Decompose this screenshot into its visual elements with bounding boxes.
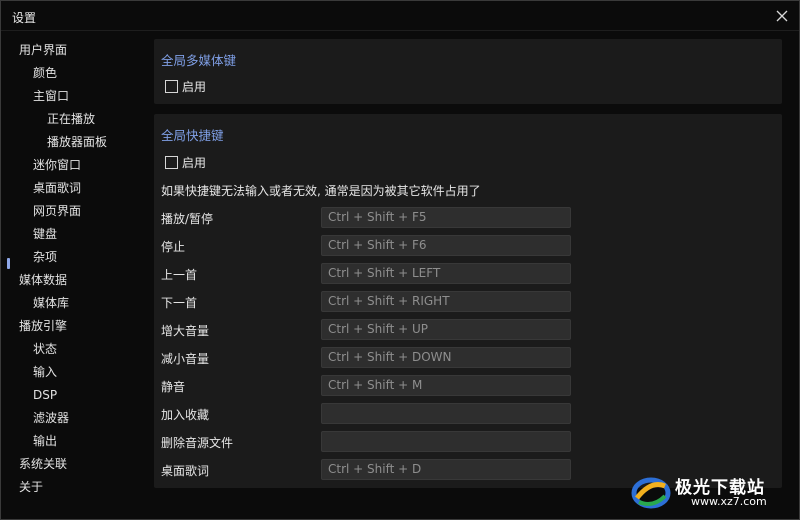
settings-sidebar: 用户界面 颜色 主窗口 正在播放 播放器面板 迷你窗口 桌面歌词 网页界面 键盘 杂项 媒体数据 媒体…: [1, 31, 146, 519]
hotkeys-title: 全局快捷键: [161, 128, 224, 143]
sidebar-item[interactable]: 主窗口: [33, 85, 69, 107]
close-icon: [776, 10, 788, 22]
title-bar[interactable]: 设置: [1, 1, 799, 31]
checkbox-label: 启用: [182, 79, 207, 94]
hotkey-label: 停止: [161, 240, 186, 254]
window-title: 设置: [12, 11, 37, 25]
hotkey-input[interactable]: Ctrl + Shift + D: [321, 459, 571, 480]
hotkey-label: 删除音源文件: [161, 436, 234, 450]
sidebar-item[interactable]: 颜色: [33, 62, 57, 84]
sidebar-item[interactable]: 媒体数据: [19, 269, 67, 291]
hotkey-input[interactable]: Ctrl + Shift + DOWN: [321, 347, 571, 368]
sidebar-item[interactable]: 状态: [33, 338, 57, 360]
hotkey-label: 播放/暂停: [161, 212, 214, 226]
hotkey-input[interactable]: Ctrl + Shift + F6: [321, 235, 571, 256]
sidebar-item[interactable]: 迷你窗口: [33, 154, 81, 176]
close-button[interactable]: [771, 5, 793, 27]
sidebar-item[interactable]: 关于: [19, 476, 43, 498]
hotkey-label: 上一首: [161, 268, 198, 282]
sidebar-item[interactable]: 键盘: [33, 223, 57, 245]
hotkey-label: 桌面歌词: [161, 464, 210, 478]
watermark-url: www.xz7.com: [691, 495, 767, 508]
hotkey-label: 增大音量: [161, 324, 210, 338]
sidebar-item[interactable]: 播放器面板: [47, 131, 107, 153]
hotkeys-enable-checkbox[interactable]: 启用: [165, 154, 206, 170]
hotkey-label: 加入收藏: [161, 408, 210, 422]
sidebar-item[interactable]: 播放引擎: [19, 315, 67, 337]
sidebar-item[interactable]: 输出: [33, 430, 57, 452]
sidebar-item[interactable]: 媒体库: [33, 292, 69, 314]
hotkey-input[interactable]: Ctrl + Shift + UP: [321, 319, 571, 340]
settings-window: 设置 用户界面 颜色 主窗口 正在播放 播放器面板 迷你窗口 桌面歌词 网页界面 键盘 杂项 媒体数…: [0, 0, 800, 520]
sidebar-item[interactable]: 系统关联: [19, 453, 67, 475]
checkbox-box[interactable]: [165, 79, 178, 93]
hotkey-label: 减小音量: [161, 352, 210, 366]
watermark-logo: 极光下载站 www.xz7.com: [631, 473, 791, 511]
sidebar-item[interactable]: DSP: [33, 384, 57, 406]
hotkey-input[interactable]: Ctrl + Shift + LEFT: [321, 263, 571, 284]
hotkeys-hint: 如果快捷键无法输入或者无效, 通常是因为被其它软件占用了: [161, 184, 481, 198]
sidebar-item[interactable]: 网页界面: [33, 200, 81, 222]
hotkey-label: 静音: [161, 380, 186, 394]
sidebar-item[interactable]: 桌面歌词: [33, 177, 81, 199]
hotkey-input[interactable]: [321, 403, 571, 424]
sidebar-item[interactable]: 正在播放: [47, 108, 95, 130]
selected-indicator: [7, 258, 10, 269]
hotkey-input[interactable]: [321, 431, 571, 452]
hotkey-label: 下一首: [161, 296, 198, 310]
hotkey-input[interactable]: Ctrl + Shift + M: [321, 375, 571, 396]
sidebar-item[interactable]: 杂项: [33, 246, 57, 268]
sidebar-item[interactable]: 滤波器: [33, 407, 69, 429]
hotkeys-panel: 全局快捷键 启用 如果快捷键无法输入或者无效, 通常是因为被其它软件占用了 播放…: [154, 114, 782, 488]
hotkey-input[interactable]: Ctrl + Shift + F5: [321, 207, 571, 228]
sidebar-item[interactable]: 输入: [33, 361, 57, 383]
media-keys-title: 全局多媒体键: [161, 53, 237, 68]
swirl-logo-icon: [631, 477, 671, 509]
hotkey-input[interactable]: Ctrl + Shift + RIGHT: [321, 291, 571, 312]
media-keys-panel: 全局多媒体键 启用: [154, 39, 782, 104]
sidebar-item[interactable]: 用户界面: [19, 39, 67, 61]
media-keys-enable-checkbox[interactable]: 启用: [165, 78, 206, 94]
checkbox-label: 启用: [182, 155, 207, 170]
checkbox-box[interactable]: [165, 155, 178, 169]
